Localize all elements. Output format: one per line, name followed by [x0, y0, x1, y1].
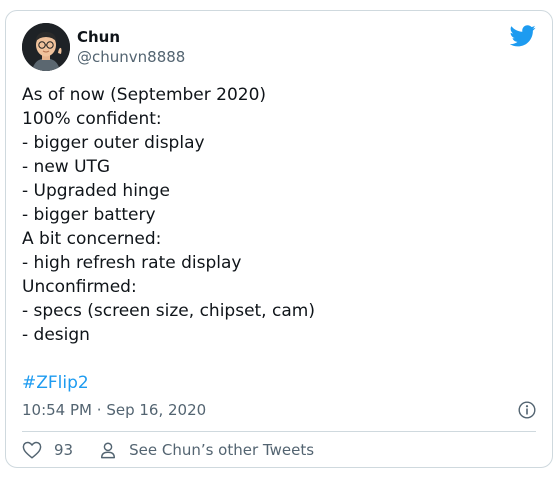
person-icon	[101, 442, 116, 459]
tweet-time[interactable]: 10:54 PM	[22, 401, 92, 419]
tweet-line: - bigger battery	[22, 205, 156, 225]
twitter-bird-icon[interactable]	[509, 25, 536, 47]
tweet-line: - high refresh rate display	[22, 253, 242, 273]
divider	[22, 431, 536, 432]
author-handle[interactable]: @chunvn8888	[77, 47, 185, 67]
tweet-timestamp: 10:54 PM · Sep 16, 2020	[22, 400, 206, 420]
author-name[interactable]: Chun	[77, 27, 120, 47]
tweet-line: 100% confident:	[22, 109, 162, 129]
tweet-actions: 93 See Chun’s other Tweets	[22, 439, 314, 461]
tweet-line: - Upgraded hinge	[22, 181, 170, 201]
tweet-line: As of now (September 2020)	[22, 85, 267, 105]
avatar[interactable]	[22, 23, 70, 71]
avatar-memoji-icon	[22, 23, 70, 71]
tweet-line: - bigger outer display	[22, 133, 205, 153]
timestamp-separator: ·	[96, 401, 102, 419]
tweet-line: Unconfirmed:	[22, 277, 137, 297]
like-count: 93	[54, 441, 74, 459]
tweet-card: Chun @chunvn8888 As of now (September 20…	[5, 10, 553, 468]
see-other-tweets-link[interactable]: See Chun’s other Tweets	[99, 441, 314, 459]
tweet-date[interactable]: Sep 16, 2020	[106, 401, 206, 419]
info-icon[interactable]	[518, 401, 536, 419]
tweet-line: - new UTG	[22, 157, 111, 177]
tweet-line: - design	[22, 325, 90, 345]
hashtag-link[interactable]: #ZFlip2	[22, 371, 89, 395]
tweet-text: As of now (September 2020) 100% confiden…	[22, 83, 532, 347]
like-button[interactable]: 93	[22, 441, 73, 459]
see-other-tweets-label: See Chun’s other Tweets	[129, 441, 315, 459]
tweet-line: - specs (screen size, chipset, cam)	[22, 301, 315, 321]
tweet-line: A bit concerned:	[22, 229, 162, 249]
heart-icon	[22, 441, 42, 459]
